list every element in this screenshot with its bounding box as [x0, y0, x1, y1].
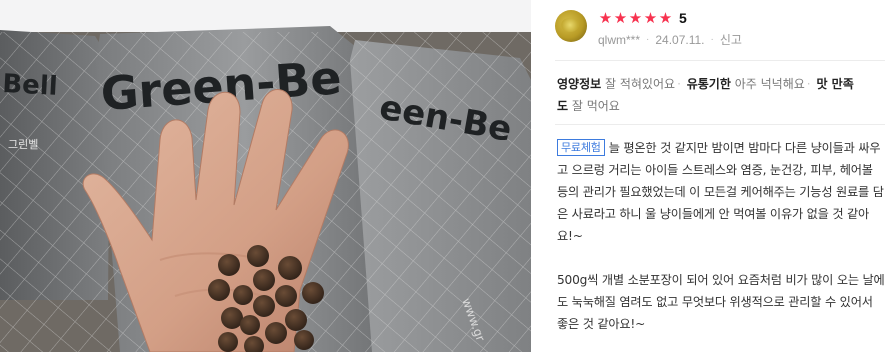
separator-dot: · [646, 34, 650, 45]
star-icon: ★ [658, 9, 673, 27]
star-rating: ★ ★ ★ ★ ★ 5 [598, 9, 687, 27]
review-body: 무료체험 늘 평온한 것 같지만 밤이면 밤마다 다른 냥이들과 싸우고 으르렁 … [557, 137, 887, 335]
review-summary: 영양정보 잘 적혀있어요 · 유통기한 아주 넉넉해요 · 맛 만족도 잘 먹어요 [557, 77, 854, 113]
review-paragraph: 무료체험 늘 평온한 것 같지만 밤이면 밤마다 다른 냥이들과 싸우고 으르렁 … [557, 137, 887, 247]
summary-key-nutrition: 영양정보 [557, 77, 602, 91]
rating-value: 5 [679, 10, 687, 26]
review-text-2: 500g씩 개별 소분포장이 되어 있어 요즘처럼 비가 많이 오는 날에도 눅… [557, 273, 885, 331]
review-panel: ★ ★ ★ ★ ★ 5 qlwm*** · 24.07.11. · 신고 영양정… [531, 0, 894, 352]
free-trial-badge: 무료체험 [557, 139, 605, 156]
summary-value-expiry: 아주 넉넉해요 [734, 77, 805, 91]
star-icon: ★ [598, 9, 613, 27]
summary-value-nutrition: 잘 적혀있어요 [605, 77, 676, 91]
divider [555, 124, 885, 125]
review-date: 24.07.11. [655, 32, 705, 47]
summary-value-taste: 잘 먹어요 [571, 99, 620, 113]
bag-small-text-left: 그린벨 [8, 138, 38, 151]
divider [555, 60, 885, 61]
reviewer-id: qlwm*** [598, 32, 641, 47]
report-link[interactable]: 신고 [720, 31, 742, 48]
photo-illustration: Bell Green-Be een-Be 그린벨 www.gr [0, 26, 531, 352]
avatar[interactable] [555, 10, 587, 42]
star-icon: ★ [628, 9, 643, 27]
review-meta: qlwm*** · 24.07.11. · 신고 [598, 31, 742, 48]
summary-key-expiry: 유통기한 [686, 77, 731, 91]
bag-logo-left: Bell [2, 69, 59, 102]
review-text-1: 늘 평온한 것 같지만 밤이면 밤마다 다른 냥이들과 싸우고 으르렁 거리는 … [557, 141, 884, 243]
separator-dot: · [710, 34, 714, 45]
star-icon: ★ [613, 9, 628, 27]
review-photo[interactable]: Bell Green-Be een-Be 그린벨 www.gr [0, 0, 531, 352]
star-icon: ★ [643, 9, 658, 27]
